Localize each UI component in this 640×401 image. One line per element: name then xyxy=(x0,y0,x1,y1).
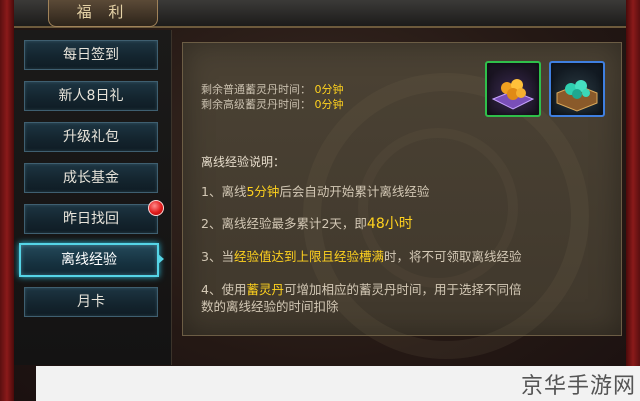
menu-daily-signin[interactable]: 每日签到 xyxy=(24,40,158,70)
notification-dot xyxy=(148,200,164,216)
menu-monthly-card[interactable]: 月卡 xyxy=(24,287,158,317)
welfare-sidebar: 每日签到 新人8日礼 升级礼包 成长基金 昨日找回 离线经验 月卡 xyxy=(14,30,172,365)
right-curtain-decoration xyxy=(626,0,640,401)
menu-level-gift[interactable]: 升级礼包 xyxy=(24,122,158,152)
advanced-pill-time-row: 剩余高级蓄灵丹时间： 0分钟 xyxy=(201,96,344,112)
rule-3-text-a: 3、当 xyxy=(201,249,234,264)
normal-pill-time-label: 剩余普通蓄灵丹时间： xyxy=(201,83,311,96)
rule-1-text-a: 1、离线 xyxy=(201,184,247,199)
rule-4-text-a: 4、使用 xyxy=(201,282,247,297)
rule-3: 3、当经验值达到上限且经验槽满时，将不可领取离线经验 xyxy=(201,246,521,265)
rule-1: 1、离线5分钟后会自动开始累计离线经验 xyxy=(201,181,429,200)
active-arrow-icon xyxy=(157,253,164,265)
rule-4-text-c: 可增加相应的蓄灵丹时间，用于选择不同倍 xyxy=(283,282,522,297)
rule-2-highlight: 48小时 xyxy=(366,216,413,232)
advanced-pill-time-value: 0分钟 xyxy=(314,98,344,111)
menu-offline-exp[interactable]: 离线经验 xyxy=(19,243,159,277)
rule-3-highlight: 经验值达到上限且经验槽满 xyxy=(233,249,384,264)
offline-exp-panel: 剩余普通蓄灵丹时间： 0分钟 剩余高级蓄灵丹时间： 0分钟 离线经验说明： 1、… xyxy=(182,42,622,359)
rule-4-continued: 数的离线经验的时间扣除 xyxy=(201,299,339,314)
menu-yesterday-recovery[interactable]: 昨日找回 xyxy=(24,204,158,234)
rule-3-text-c: 时，将不可领取离线经验 xyxy=(383,249,522,264)
window-title: 福 利 xyxy=(48,0,158,27)
spirit-pill-advanced-icon[interactable] xyxy=(549,61,605,117)
rule-1-highlight: 5分钟 xyxy=(246,184,280,199)
normal-pill-time-value: 0分钟 xyxy=(314,83,344,96)
rule-2: 2、离线经验最多累计2天，即48小时 xyxy=(201,213,413,233)
menu-growth-fund[interactable]: 成长基金 xyxy=(24,163,158,193)
normal-pill-time-row: 剩余普通蓄灵丹时间： 0分钟 xyxy=(201,81,344,97)
advanced-pill-time-label: 剩余高级蓄灵丹时间： xyxy=(201,98,311,111)
offline-exp-title: 离线经验说明： xyxy=(201,155,286,169)
rule-4-highlight: 蓄灵丹 xyxy=(246,282,284,297)
spirit-pill-normal-icon[interactable] xyxy=(485,61,541,117)
rule-1-text-c: 后会自动开始累计离线经验 xyxy=(279,184,430,199)
game-window: 福 利 每日签到 新人8日礼 升级礼包 成长基金 昨日找回 离线经验 月卡 剩余… xyxy=(0,0,640,401)
left-curtain-decoration xyxy=(0,0,14,401)
rule-2-text-a: 2、离线经验最多累计2天，即 xyxy=(201,216,367,231)
menu-newbie-8day-gift[interactable]: 新人8日礼 xyxy=(24,81,158,111)
site-watermark: 京华手游网 xyxy=(520,374,636,399)
